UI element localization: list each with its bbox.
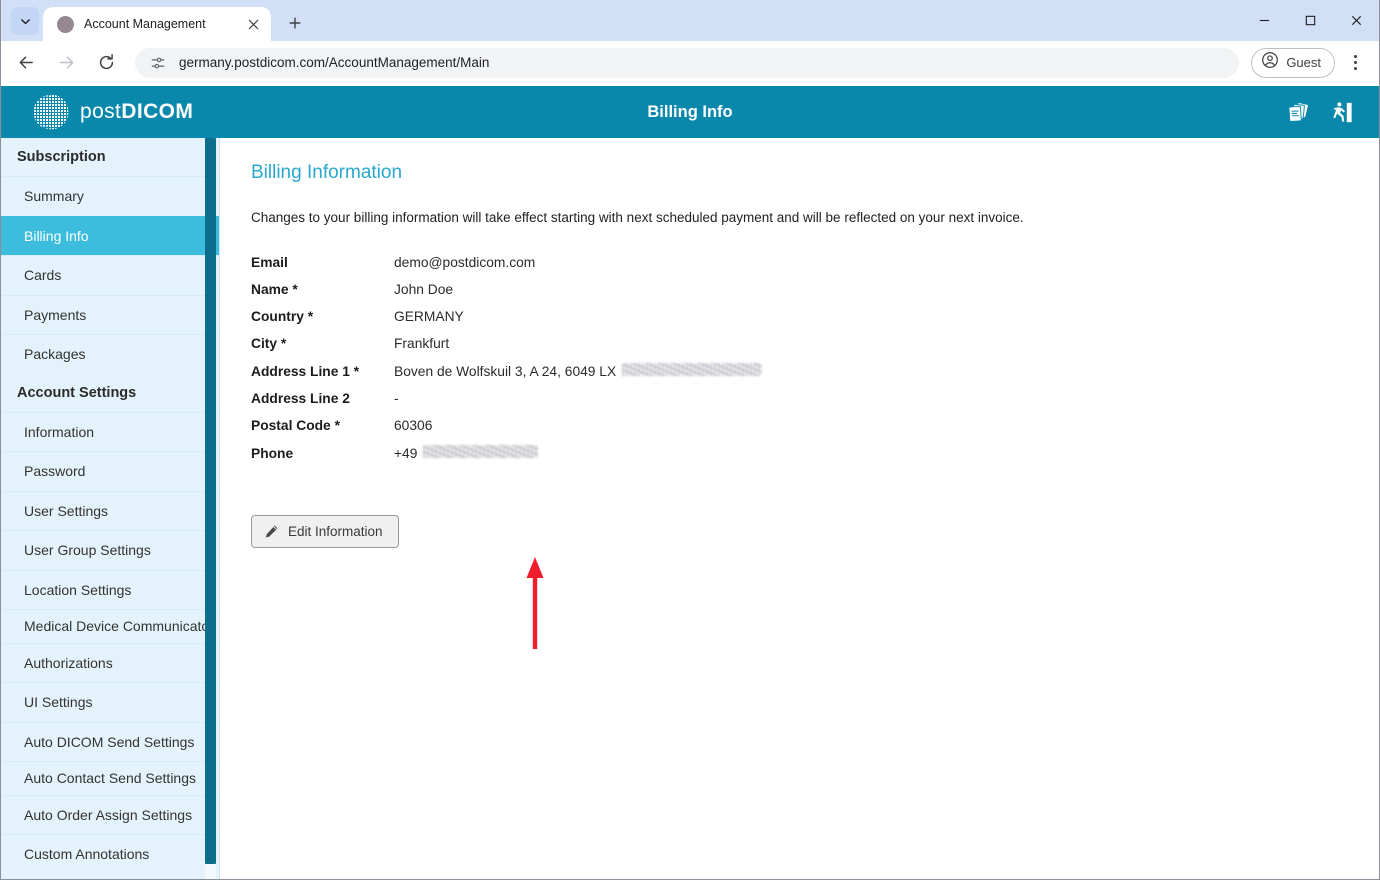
edit-information-label: Edit Information (288, 524, 383, 539)
sidebar-item-payments[interactable]: Payments (1, 295, 219, 335)
maximize-icon[interactable] (1287, 0, 1333, 41)
tab-title: Account Management (84, 17, 243, 31)
sidebar-item-password[interactable]: Password (1, 451, 219, 491)
page-settings-icon[interactable] (149, 54, 167, 72)
sidebar-item-billing-info[interactable]: Billing Info (1, 216, 219, 256)
sidebar-item-auto-contact-send-settings[interactable]: Auto Contact Send Settings (1, 761, 219, 795)
field-label: Address Line 2 (251, 391, 394, 406)
field-value-wrap: Boven de Wolfskuil 3, A 24, 6049 LX (394, 363, 762, 379)
application-area: postDICOM Billing Info (1, 86, 1379, 879)
profile-button[interactable]: Guest (1251, 48, 1335, 78)
field-value: Frankfurt (394, 336, 449, 351)
close-icon[interactable] (243, 14, 263, 34)
field-row-address-line-2: Address Line 2 - (251, 391, 1379, 406)
billing-notice-text: Changes to your billing information will… (251, 210, 1379, 225)
field-label: Country * (251, 309, 394, 324)
address-bar[interactable]: germany.postdicom.com/AccountManagement/… (135, 48, 1239, 78)
field-value: John Doe (394, 282, 453, 297)
field-label: Postal Code * (251, 418, 394, 433)
field-value: demo@postdicom.com (394, 255, 535, 270)
sidebar-item-ui-settings[interactable]: UI Settings (1, 682, 219, 722)
browser-window: Account Management (0, 0, 1380, 880)
field-label: Name * (251, 282, 394, 297)
field-label: Phone (251, 446, 394, 461)
field-row-name: Name * John Doe (251, 282, 1379, 297)
sidebar-item-auto-dicom-send-settings[interactable]: Auto DICOM Send Settings (1, 722, 219, 762)
sidebar-section-subscription: Subscription (1, 138, 219, 176)
kebab-menu-icon[interactable] (1341, 48, 1369, 78)
back-arrow-icon[interactable] (11, 48, 41, 78)
sidebar-item-auto-order-assign-settings[interactable]: Auto Order Assign Settings (1, 795, 219, 835)
sidebar-item-information[interactable]: Information (1, 412, 219, 452)
page-title: Billing Information (251, 162, 1379, 184)
field-row-address-line-1: Address Line 1 * Boven de Wolfskuil 3, A… (251, 363, 1379, 379)
postdicom-globe-logo (31, 92, 71, 132)
field-row-phone: Phone +49 (251, 445, 1379, 461)
account-circle-icon (1261, 51, 1279, 74)
window-controls (1241, 0, 1379, 41)
site-favicon (57, 16, 74, 33)
page-header-title: Billing Info (1, 103, 1379, 122)
cards-icon[interactable] (1285, 99, 1312, 126)
sidebar-item-packages[interactable]: Packages (1, 334, 219, 374)
new-tab-button[interactable] (281, 9, 309, 37)
tab-list-chevron-icon[interactable] (11, 7, 39, 35)
field-value: +49 (394, 446, 417, 461)
brand-name: postDICOM (80, 100, 193, 124)
field-label: City * (251, 336, 394, 351)
profile-label: Guest (1286, 55, 1321, 70)
brand-logo[interactable]: postDICOM (31, 92, 193, 132)
minimize-icon[interactable] (1241, 0, 1287, 41)
browser-title-bar: Account Management (1, 0, 1379, 41)
pencil-icon (264, 524, 279, 539)
logout-exit-icon[interactable] (1328, 99, 1355, 126)
browser-tab[interactable]: Account Management (43, 7, 271, 41)
sidebar-item-custom-annotations[interactable]: Custom Annotations (1, 834, 219, 874)
sidebar-item-summary[interactable]: Summary (1, 176, 219, 216)
field-row-email: Email demo@postdicom.com (251, 255, 1379, 270)
field-value: Boven de Wolfskuil 3, A 24, 6049 LX (394, 364, 616, 379)
brand-name-bold: DICOM (121, 100, 193, 123)
forward-arrow-icon (51, 48, 81, 78)
sidebar-scrollbar-thumb[interactable] (205, 138, 216, 864)
sidebar-item-cards[interactable]: Cards (1, 255, 219, 295)
main-content: Billing Information Changes to your bill… (220, 138, 1379, 879)
app-body: Subscription Summary Billing Info Cards … (1, 138, 1379, 879)
field-label: Email (251, 255, 394, 270)
browser-toolbar: germany.postdicom.com/AccountManagement/… (1, 41, 1379, 85)
reload-icon[interactable] (91, 48, 121, 78)
sidebar-item-user-group-settings[interactable]: User Group Settings (1, 530, 219, 570)
close-window-icon[interactable] (1333, 0, 1379, 41)
redacted-text-blur (622, 363, 762, 376)
field-value: GERMANY (394, 309, 464, 324)
field-value-wrap: +49 (394, 445, 538, 461)
address-bar-url: germany.postdicom.com/AccountManagement/… (179, 55, 489, 70)
brand-name-light: post (80, 100, 121, 123)
sidebar-item-authorizations[interactable]: Authorizations (1, 643, 219, 683)
sidebar-item-medical-device-communicator[interactable]: Medical Device Communicator (1, 609, 219, 643)
field-row-postal-code: Postal Code * 60306 (251, 418, 1379, 433)
field-value: 60306 (394, 418, 432, 433)
field-value: - (394, 391, 399, 406)
edit-information-button[interactable]: Edit Information (251, 515, 399, 548)
sidebar-item-user-settings[interactable]: User Settings (1, 491, 219, 531)
field-row-city: City * Frankfurt (251, 336, 1379, 351)
field-row-country: Country * GERMANY (251, 309, 1379, 324)
annotation-arrow-up (526, 557, 544, 649)
header-icon-group (1285, 99, 1355, 126)
redacted-text-blur (423, 445, 538, 458)
sidebar-nav: Subscription Summary Billing Info Cards … (1, 138, 220, 879)
sidebar-section-account-settings: Account Settings (1, 374, 219, 412)
sidebar-item-location-settings[interactable]: Location Settings (1, 570, 219, 610)
app-header: postDICOM Billing Info (1, 86, 1379, 138)
field-label: Address Line 1 * (251, 364, 394, 379)
